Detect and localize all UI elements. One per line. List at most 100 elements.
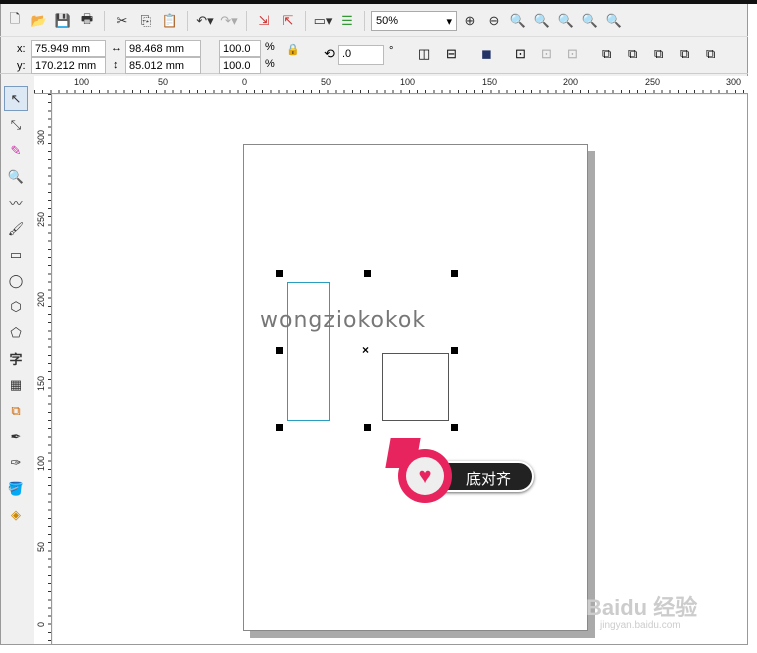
undo-icon[interactable]: ↶▾	[194, 10, 216, 32]
ruler-label: 50	[36, 542, 46, 553]
percent-y: %	[265, 58, 275, 70]
blend-tool-icon[interactable]: ⧉	[4, 398, 28, 423]
crop-tool-icon[interactable]: ✎	[4, 138, 28, 163]
square-rectangle[interactable]	[382, 353, 449, 421]
new-icon[interactable]: 🗋	[4, 10, 26, 32]
zoom-in-icon[interactable]: ⊕	[459, 10, 481, 32]
outline-tool-icon[interactable]: ✑	[4, 450, 28, 475]
height-input[interactable]: 85.012 mm	[125, 57, 201, 74]
toolbox: ↖ ⤡ ✎ 🔍 〰 🖌 ▭ ◯ ⬡ ⬠ 字 ▦ ⧉ ✒ ✑ 🪣 ◈	[4, 86, 32, 641]
text-tool-icon[interactable]: 字	[4, 346, 28, 371]
mirror-vertical-icon[interactable]: ⊟	[446, 46, 457, 62]
scale-y-input[interactable]: 100.0	[219, 57, 261, 74]
y-label: y:	[17, 60, 26, 72]
ruler-label: 200	[36, 292, 46, 308]
zoom-all-icon[interactable]: 🔍	[531, 10, 553, 32]
selection-handle[interactable]	[451, 270, 458, 277]
smart-fill-icon[interactable]: 🖌	[4, 216, 28, 241]
group-icon[interactable]: ⊡	[515, 46, 526, 62]
zoom-selected-icon[interactable]: 🔍	[507, 10, 529, 32]
height-icon: ↕	[113, 59, 119, 71]
x-label: x:	[17, 43, 26, 55]
callout-label: 底对齐	[466, 470, 512, 488]
publish-icon[interactable]: ▭▾	[312, 10, 334, 32]
selection-handle[interactable]	[276, 270, 283, 277]
lock-ratio-icon[interactable]: 🔒	[286, 43, 300, 56]
front-minus-back-icon[interactable]: ⧉	[706, 46, 715, 62]
shape-tool-icon[interactable]: ⤡	[4, 112, 28, 137]
ungroup-icon[interactable]: ⊡	[541, 46, 552, 62]
polygon-tool-icon[interactable]: ⬡	[4, 294, 28, 319]
title-bar	[0, 0, 757, 4]
ungroup-all-icon[interactable]: ⊡	[567, 46, 578, 62]
selection-handle[interactable]	[451, 347, 458, 354]
import-icon[interactable]: ⇲	[253, 10, 275, 32]
zoom-tool-icon[interactable]: 🔍	[4, 164, 28, 189]
ruler-label: 50	[321, 77, 332, 87]
export-icon[interactable]: ⇱	[277, 10, 299, 32]
ruler-label: 250	[645, 77, 661, 87]
ruler-label: 200	[563, 77, 579, 87]
heart-badge: ♥	[398, 449, 452, 503]
selection-handle[interactable]	[364, 270, 371, 277]
cut-icon[interactable]: ✂	[111, 10, 133, 32]
rotate-icon: ⟲	[324, 46, 335, 61]
width-input[interactable]: 98.468 mm	[125, 40, 201, 57]
heart-icon: ♥	[406, 457, 444, 495]
zoom-page-icon[interactable]: 🔍	[555, 10, 577, 32]
x-position-input[interactable]: 75.949 mm	[31, 40, 106, 57]
redo-icon[interactable]: ↷▾	[218, 10, 240, 32]
standard-toolbar: 🗋 📂 💾 🖶 ✂ ⎘ 📋 ↶▾ ↷▾ ⇲ ⇱ ▭▾ ☰ 50% ▾ ⊕ ⊖ 🔍 …	[4, 8, 625, 34]
chevron-down-icon: ▾	[446, 15, 452, 28]
selection-handle[interactable]	[276, 424, 283, 431]
intersect-icon[interactable]: ⧉	[654, 46, 663, 62]
ruler-label: 0	[36, 622, 46, 628]
property-bar: x: 75.949 mm y: 170.212 mm ↔ 98.468 mm ↕…	[0, 36, 748, 74]
rotation-input[interactable]: .0	[338, 45, 384, 65]
freehand-tool-icon[interactable]: 〰	[4, 190, 28, 215]
selection-handle[interactable]	[364, 424, 371, 431]
table-tool-icon[interactable]: ▦	[4, 372, 28, 397]
zoom-height-icon[interactable]: 🔍	[603, 10, 625, 32]
center-marker-icon: ×	[362, 343, 370, 357]
ruler-label: 100	[36, 456, 46, 472]
mirror-horizontal-icon[interactable]: ◫	[418, 46, 430, 62]
interactive-fill-icon[interactable]: ◈	[4, 502, 28, 527]
zoom-level-select[interactable]: 50% ▾	[371, 11, 457, 31]
logo-watermark: wongziokokok	[260, 308, 427, 333]
vertical-ruler[interactable]: 300 250 200 150 100 50 0	[34, 94, 52, 644]
zoom-out-icon[interactable]: ⊖	[483, 10, 505, 32]
rectangle-tool-icon[interactable]: ▭	[4, 242, 28, 267]
ruler-label: 0	[242, 77, 248, 87]
pick-tool-icon[interactable]: ↖	[4, 86, 28, 111]
copy-icon[interactable]: ⎘	[135, 10, 157, 32]
ruler-label: 150	[36, 376, 46, 392]
trim-icon[interactable]: ⧉	[628, 46, 637, 62]
tall-rectangle[interactable]	[287, 282, 330, 421]
percent-x: %	[265, 41, 275, 53]
horizontal-ruler[interactable]: 100 50 0 50 100 150 200 250 300	[34, 76, 748, 94]
selection-handle[interactable]	[276, 347, 283, 354]
fill-tool-icon[interactable]: 🪣	[4, 476, 28, 501]
selection-handle[interactable]	[451, 424, 458, 431]
options-icon[interactable]: ☰	[336, 10, 358, 32]
ruler-label: 150	[482, 77, 498, 87]
paste-icon[interactable]: 📋	[159, 10, 181, 32]
arrange-icon[interactable]: ◼	[481, 46, 492, 62]
eyedropper-tool-icon[interactable]: ✒	[4, 424, 28, 449]
simplify-icon[interactable]: ⧉	[680, 46, 689, 62]
ruler-label: 250	[36, 212, 46, 228]
save-icon[interactable]: 💾	[52, 10, 74, 32]
ruler-label: 300	[726, 77, 742, 87]
y-position-input[interactable]: 170.212 mm	[31, 57, 106, 74]
weld-icon[interactable]: ⧉	[602, 46, 611, 62]
zoom-width-icon[interactable]: 🔍	[579, 10, 601, 32]
width-icon: ↔	[111, 42, 122, 54]
basic-shapes-icon[interactable]: ⬠	[4, 320, 28, 345]
ruler-label: 100	[74, 77, 90, 87]
open-icon[interactable]: 📂	[28, 10, 50, 32]
print-icon[interactable]: 🖶	[76, 10, 98, 32]
ellipse-tool-icon[interactable]: ◯	[4, 268, 28, 293]
scale-x-input[interactable]: 100.0	[219, 40, 261, 57]
watermark-url: jingyan.baidu.com	[600, 620, 681, 631]
